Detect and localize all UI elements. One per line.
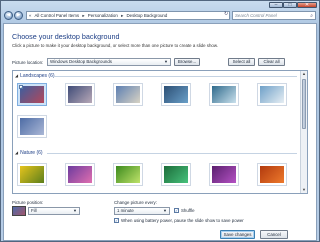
wallpaper-thumbnail[interactable] [17, 115, 47, 138]
maximize-button[interactable]: □ [283, 2, 297, 8]
close-button[interactable]: ✕ [297, 2, 317, 8]
wallpaper-thumbnail[interactable] [257, 163, 287, 186]
wallpaper-thumbnail[interactable] [65, 83, 95, 106]
title-bar: – □ ✕ [1, 1, 319, 9]
forward-button[interactable]: ▶ [14, 11, 23, 20]
wallpaper-image [68, 166, 92, 183]
picture-location-select[interactable]: Windows Desktop Backgrounds ▼ [47, 58, 171, 66]
change-picture-value: 1 minute [117, 208, 134, 213]
wallpaper-thumbnail[interactable] [113, 83, 143, 106]
select-all-button[interactable]: Select all [228, 58, 255, 66]
vertical-scrollbar[interactable]: ▲ ▼ [300, 71, 307, 193]
chevron-down-icon: ▼ [73, 208, 77, 213]
wallpaper-thumbnail[interactable] [209, 163, 239, 186]
page-subtitle: Click a picture to make it your desktop … [12, 43, 218, 48]
clear-all-button[interactable]: Clear all [258, 58, 285, 66]
browse-button[interactable]: Browse... [174, 58, 200, 66]
shuffle-label[interactable]: Shuffle [181, 208, 195, 213]
breadcrumb-overflow[interactable]: « [29, 13, 31, 18]
wallpaper-image [164, 86, 188, 103]
address-bar[interactable]: « All Control Panel Items ▸ Personalizat… [26, 11, 230, 20]
position-preview-image [12, 206, 26, 216]
picture-gallery: ◢ Landscapes (6) ◢ Nature (6) ▲ ▼ ✓ [12, 70, 308, 194]
minimize-button[interactable]: – [269, 2, 283, 8]
change-picture-select[interactable]: 1 minute ▼ [114, 207, 170, 215]
group-label: Nature (6) [20, 150, 43, 156]
wallpaper-thumbnail[interactable] [209, 83, 239, 106]
wallpaper-thumbnail[interactable] [65, 163, 95, 186]
picture-location-value: Windows Desktop Backgrounds [50, 59, 112, 64]
picture-location-label: Picture location: [12, 60, 44, 65]
picture-position-value: Fill [31, 208, 37, 213]
search-input[interactable]: Search Control Panel ⌕ [232, 11, 316, 20]
wallpaper-image [260, 166, 284, 183]
window: – □ ✕ ◀ ▶ « All Control Panel Items ▸ Pe… [0, 0, 320, 242]
group-divider [53, 76, 297, 77]
refresh-icon[interactable]: ↻ [224, 12, 229, 17]
collapse-icon[interactable]: ◢ [15, 150, 18, 155]
thumbnail-checkbox[interactable]: ✓ [19, 85, 23, 90]
wallpaper-thumbnail[interactable] [257, 83, 287, 106]
chevron-down-icon: ▼ [164, 59, 168, 64]
wallpaper-thumbnail[interactable] [17, 163, 47, 186]
picture-position-select[interactable]: Fill ▼ [28, 207, 80, 215]
search-placeholder: Search Control Panel [235, 13, 277, 18]
cancel-button[interactable]: Cancel [260, 230, 288, 239]
chevron-down-icon: ▼ [163, 208, 167, 213]
battery-checkbox[interactable]: ✓ [114, 218, 119, 223]
wallpaper-thumbnail[interactable] [161, 163, 191, 186]
save-changes-button[interactable]: Save changes [220, 230, 255, 239]
breadcrumb-personalization[interactable]: Personalization [88, 13, 118, 18]
group-header-landscapes[interactable]: ◢ Landscapes (6) [15, 73, 55, 79]
wallpaper-image [68, 86, 92, 103]
group-header-nature[interactable]: ◢ Nature (6) [15, 150, 43, 156]
battery-label[interactable]: When using battery power, pause the slid… [121, 218, 244, 223]
scroll-down-icon[interactable]: ▼ [301, 187, 307, 193]
wallpaper-image [116, 166, 140, 183]
breadcrumb-separator[interactable]: ▸ [82, 13, 84, 18]
collapse-icon[interactable]: ◢ [15, 73, 18, 78]
page-title: Choose your desktop background [12, 32, 120, 41]
scroll-up-icon[interactable]: ▲ [301, 71, 307, 77]
content-panel: Choose your desktop background Click a p… [3, 23, 317, 241]
change-picture-label: Change picture every: [114, 200, 157, 205]
wallpaper-image [164, 166, 188, 183]
breadcrumb-separator[interactable]: ▸ [121, 13, 123, 18]
group-divider [47, 153, 297, 154]
back-button[interactable]: ◀ [4, 11, 13, 20]
navigation-bar: ◀ ▶ « All Control Panel Items ▸ Personal… [3, 10, 317, 22]
wallpaper-image [212, 86, 236, 103]
breadcrumb-all-control-panel-items[interactable]: All Control Panel Items [34, 13, 79, 18]
wallpaper-image [20, 118, 44, 135]
wallpaper-image [116, 86, 140, 103]
scroll-thumb[interactable] [302, 79, 306, 129]
wallpaper-thumbnail[interactable]: ✓ [17, 83, 47, 106]
wallpaper-thumbnail[interactable] [161, 83, 191, 106]
breadcrumb-desktop-background[interactable]: Desktop Background [127, 13, 168, 18]
wallpaper-image [20, 166, 44, 183]
wallpaper-image [212, 166, 236, 183]
picture-position-label: Picture position: [12, 200, 44, 205]
search-icon[interactable]: ⌕ [310, 13, 313, 20]
group-label: Landscapes (6) [20, 73, 55, 79]
wallpaper-image [260, 86, 284, 103]
shuffle-checkbox[interactable]: ✓ [174, 208, 179, 213]
wallpaper-image [20, 86, 44, 103]
wallpaper-thumbnail[interactable] [113, 163, 143, 186]
